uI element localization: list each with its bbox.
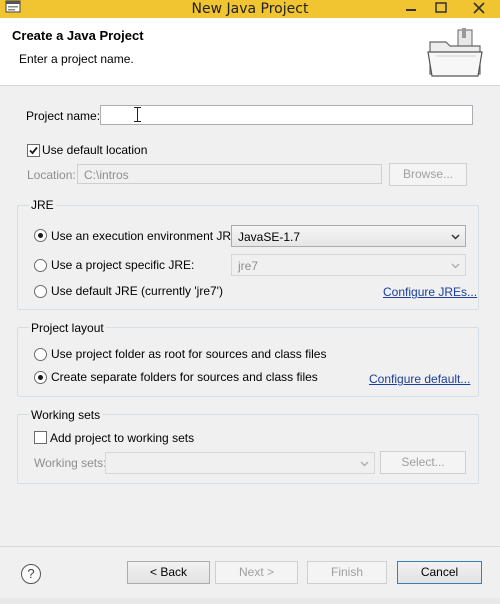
window-bottom-edge [0, 598, 500, 604]
finish-button[interactable]: Finish [307, 561, 387, 584]
single-folder-label: Use project folder as root for sources a… [51, 347, 327, 361]
project-specific-jre-select[interactable]: jre7 [231, 254, 466, 276]
working-sets-group-title: Working sets [29, 408, 103, 422]
select-working-sets-button[interactable]: Select... [380, 451, 466, 474]
title-bar: New Java Project [0, 0, 500, 18]
location-value: C:\intros [84, 168, 129, 182]
separate-folders-radio[interactable] [34, 371, 47, 384]
working-sets-select[interactable] [105, 452, 375, 474]
browse-button[interactable]: Browse... [389, 163, 467, 186]
separate-folders-label: Create separate folders for sources and … [51, 370, 318, 384]
project-specific-jre-value: jre7 [238, 259, 259, 273]
configure-jres-link[interactable]: Configure JREs... [383, 285, 477, 299]
checkmark-icon [29, 146, 38, 155]
cancel-button[interactable]: Cancel [397, 561, 482, 584]
project-name-label: Project name: [26, 109, 101, 123]
working-sets-label: Working sets: [34, 456, 107, 470]
add-to-working-sets-checkbox[interactable] [34, 431, 47, 444]
maximize-icon[interactable] [428, 0, 454, 16]
minimize-icon[interactable] [400, 0, 422, 16]
default-jre-label: Use default JRE (currently 'jre7') [51, 284, 223, 298]
single-folder-radio[interactable] [34, 348, 47, 361]
folder-wizard-icon [427, 28, 483, 77]
execution-env-radio[interactable] [34, 229, 47, 242]
help-icon[interactable]: ? [21, 564, 41, 584]
chevron-down-icon [360, 461, 369, 467]
default-jre-radio[interactable] [34, 285, 47, 298]
radio-selected-dot [38, 233, 43, 238]
project-name-input[interactable] [100, 105, 473, 125]
next-button[interactable]: Next > [215, 561, 298, 584]
project-layout-group-title: Project layout [29, 321, 106, 335]
project-specific-jre-radio[interactable] [34, 259, 47, 272]
project-layout-group [17, 327, 479, 397]
wizard-header: Create a Java Project Enter a project na… [0, 18, 500, 86]
close-icon[interactable] [460, 0, 498, 16]
footer-separator [0, 546, 500, 547]
chevron-down-icon [451, 234, 460, 240]
execution-env-label: Use an execution environment JRE: [51, 229, 243, 243]
use-default-location-label: Use default location [42, 143, 148, 157]
configure-default-link[interactable]: Configure default... [369, 372, 470, 386]
back-button[interactable]: < Back [127, 561, 210, 584]
chevron-down-icon [451, 263, 460, 269]
text-cursor-icon [134, 107, 141, 122]
add-to-working-sets-label: Add project to working sets [50, 431, 195, 445]
radio-selected-dot [38, 375, 43, 380]
project-specific-jre-label: Use a project specific JRE: [51, 258, 195, 272]
wizard-title: Create a Java Project [12, 28, 144, 43]
window-title: New Java Project [191, 1, 309, 17]
use-default-location-checkbox[interactable] [27, 144, 40, 157]
execution-env-select[interactable]: JavaSE-1.7 [231, 225, 466, 247]
location-label: Location: [27, 168, 76, 182]
jre-group-title: JRE [29, 198, 56, 212]
wizard-message: Enter a project name. [19, 52, 134, 66]
location-input[interactable]: C:\intros [77, 164, 382, 184]
execution-env-value: JavaSE-1.7 [238, 230, 301, 244]
